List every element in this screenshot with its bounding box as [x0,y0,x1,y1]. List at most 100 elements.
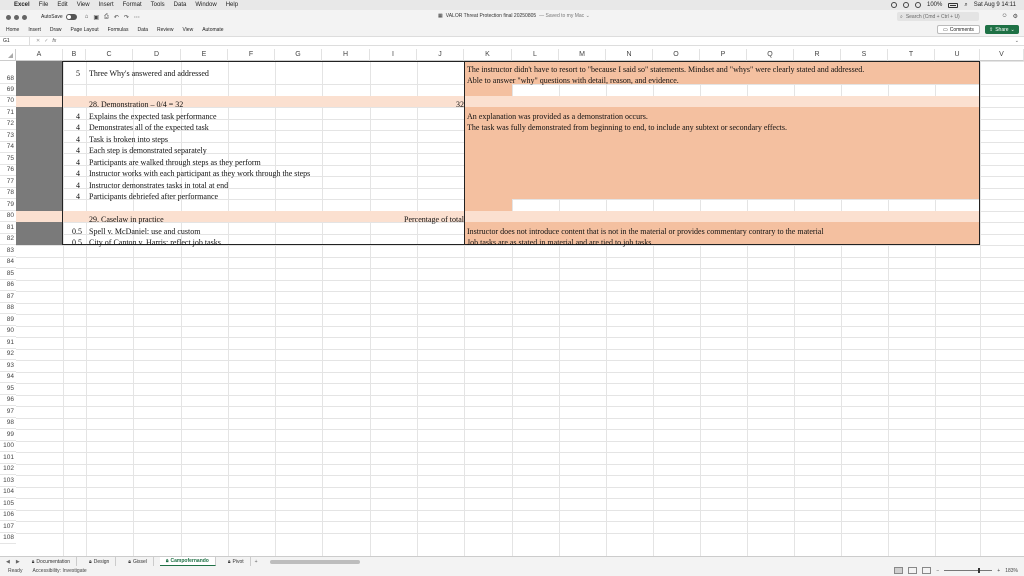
search-spotlight-icon[interactable]: ⌕ [964,2,967,9]
row-header[interactable]: 106 [0,510,16,521]
cell-b82[interactable]: 0.5 [63,237,82,248]
cell-c72[interactable]: Demonstrates all of the expected task [89,122,209,133]
prev-sheet-icon[interactable]: ◀ [6,559,10,565]
row-header[interactable]: 104 [0,487,16,498]
cell-b74[interactable]: 4 [63,145,80,156]
cell-i80[interactable]: Percentage of total [370,214,464,225]
cell-c80[interactable]: 29. Caselaw in practice [89,214,164,225]
column-header[interactable]: V [980,49,1024,61]
cell-c74[interactable]: Each step is demonstrated separately [89,145,207,156]
column-header[interactable]: R [794,49,841,61]
cell-k68-line1[interactable]: The instructor didn't have to resort to … [467,64,864,75]
tab-data[interactable]: Data [137,27,148,33]
row-header[interactable]: 95 [0,383,16,395]
more-icon[interactable]: ⋯ [134,14,140,21]
autosave-toggle[interactable] [65,14,77,20]
column-header[interactable]: G [275,49,322,61]
tab-home[interactable]: Home [6,27,19,33]
cell-b77[interactable]: 4 [63,180,80,191]
column-header[interactable]: E [181,49,228,61]
row-header[interactable]: 78 [0,188,16,199]
search-input[interactable]: ⌕ Search (Cmd + Ctrl + U) [897,12,979,21]
cell-b81[interactable]: 0.5 [63,226,82,237]
cell-b72[interactable]: 4 [63,122,80,133]
cell-c82[interactable]: City of Canton v. Harris: reflect job ta… [89,237,221,248]
cell-c73[interactable]: Task is broken into steps [89,134,168,145]
column-header[interactable]: B [63,49,86,61]
row-header[interactable]: 96 [0,395,16,406]
cell-b71[interactable]: 4 [63,111,80,122]
menu-tools[interactable]: Tools [151,2,165,8]
cell-c81[interactable]: Spell v. McDaniel: use and custom [89,226,200,237]
cell-b76[interactable]: 4 [63,168,80,179]
row-header[interactable]: 71 [0,107,16,119]
column-header[interactable]: C [86,49,133,61]
menu-data[interactable]: Data [174,2,187,8]
zoom-level[interactable]: 183% [1005,568,1018,574]
close-window-icon[interactable] [6,14,11,20]
row-header[interactable]: 69 [0,84,16,96]
column-header[interactable]: Q [747,49,794,61]
tab-review[interactable]: Review [157,27,173,33]
zoom-out-icon[interactable]: − [936,568,939,574]
column-header[interactable]: D [133,49,181,61]
cell-c70[interactable]: 28. Demonstration – 0/4 = 32 [89,99,183,110]
battery-icon[interactable] [948,2,959,8]
row-header[interactable]: 105 [0,498,16,510]
share-button[interactable]: ⇪ Share ⌄ [985,25,1019,34]
cell-c78[interactable]: Participants debriefed after performance [89,191,218,202]
print-icon[interactable]: ⎙ [104,14,109,21]
home-icon[interactable]: ⌂ [85,14,89,21]
tab-page-layout[interactable]: Page Layout [71,27,99,33]
row-header[interactable]: 89 [0,314,16,326]
cell-c68[interactable]: Three Why's answered and addressed [89,68,209,79]
cell-c75[interactable]: Participants are walked through steps as… [89,157,261,168]
row-header[interactable]: 72 [0,119,16,130]
function-icon[interactable]: fx [52,38,56,44]
column-header[interactable]: A [16,49,63,61]
column-header[interactable]: F [228,49,275,61]
row-header[interactable]: 81 [0,222,16,234]
row-header[interactable]: 77 [0,176,16,188]
column-header[interactable]: I [370,49,417,61]
cell-k71[interactable]: An explanation was provided as a demonst… [467,111,648,122]
row-header[interactable]: 94 [0,372,16,383]
cell-b75[interactable]: 4 [63,157,80,168]
sheet-tab-gissel[interactable]: 🔒︎ Gissel [122,557,154,566]
column-header[interactable]: P [700,49,747,61]
row-header[interactable]: 80 [0,211,16,222]
row-header[interactable]: 100 [0,441,16,452]
row-header[interactable]: 86 [0,280,16,291]
scrollbar-thumb[interactable] [270,560,360,564]
settings-icon[interactable]: ⚙ [1013,13,1018,20]
row-header[interactable]: 82 [0,234,16,245]
row-header[interactable]: 87 [0,291,16,303]
menu-excel[interactable]: Excel [14,2,30,8]
undo-icon[interactable]: ↶ [114,14,119,21]
minimize-window-icon[interactable] [14,14,19,20]
row-header[interactable]: 84 [0,257,16,268]
column-header[interactable]: N [606,49,653,61]
confirm-icon[interactable]: ✓ [44,38,48,44]
spreadsheet-grid[interactable]: ABCDEFGHIJKLMNOPQRSTUV 68 69 70 71 72 73 74 75 7… [0,46,1024,556]
comments-button[interactable]: ▭ Comments [937,25,980,34]
sheet-tab-documentation[interactable]: 🔒︎ Documentation [26,557,78,566]
tab-automate[interactable]: Automate [202,27,223,33]
row-header[interactable]: 107 [0,521,16,533]
sheet-tab-design[interactable]: 🔒︎ Design [83,557,117,566]
menu-edit[interactable]: Edit [57,2,67,8]
row-header[interactable]: 103 [0,475,16,487]
save-icon[interactable]: ▣ [93,14,99,21]
row-header[interactable]: 99 [0,429,16,441]
zoom-slider[interactable] [944,568,993,573]
account-icon[interactable]: ☺ [1001,13,1007,20]
row-header[interactable]: 92 [0,349,16,360]
row-header[interactable]: 93 [0,360,16,372]
select-all-corner[interactable] [0,49,16,61]
row-header[interactable]: 79 [0,199,16,211]
row-header[interactable]: 88 [0,303,16,314]
expand-formula-icon[interactable]: ⌄ [1015,38,1019,44]
normal-view-icon[interactable] [894,567,904,574]
page-layout-view-icon[interactable] [908,567,918,574]
cell-k81[interactable]: Instructor does not introduce content th… [467,226,824,237]
